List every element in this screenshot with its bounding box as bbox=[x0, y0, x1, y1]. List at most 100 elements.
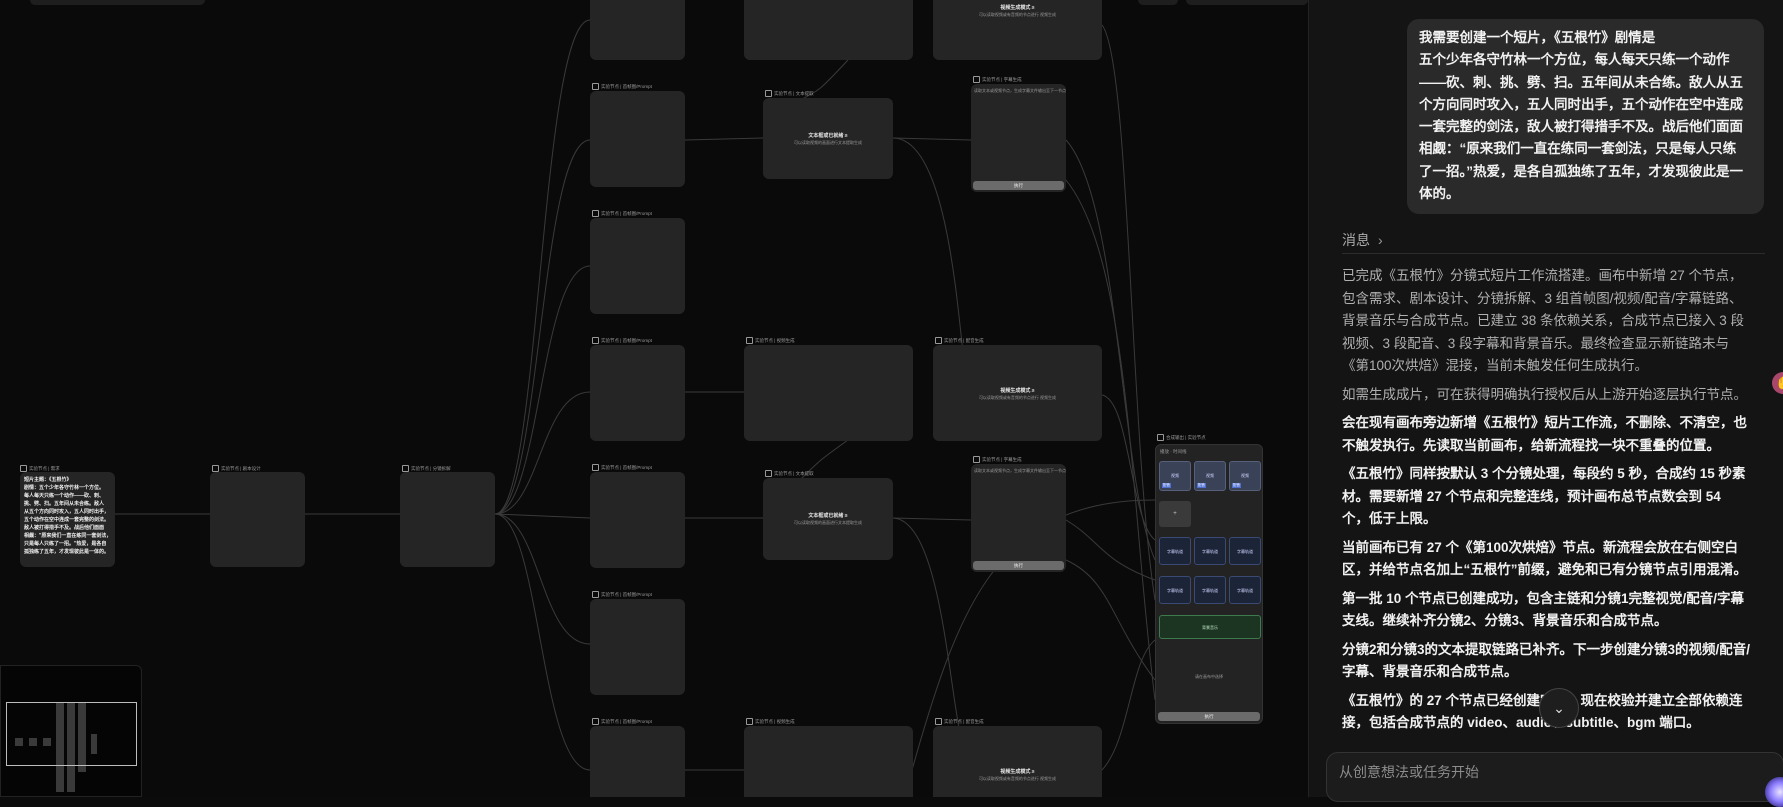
requirement-text-line: 每人每天只练一个动作——砍、刺、 bbox=[24, 493, 105, 499]
user-message-line: ——砍、刺、挑、劈、扫。五年间从未合练。敌人从五 bbox=[1419, 74, 1743, 90]
image-icon bbox=[592, 718, 599, 725]
node-header: 实验节点 | 首帧图/Prompt bbox=[592, 83, 652, 90]
audio-node[interactable]: 视频生成模式 ≥ 可以读取视频或有音频的节点进行 视频生成 bbox=[933, 726, 1102, 797]
requirement-text-line: 只是每人只练了一招。"热爱，是各自 bbox=[24, 541, 107, 547]
send-orb-icon[interactable] bbox=[1765, 777, 1783, 807]
node-title: 文本框或已就绪 ≥ bbox=[808, 513, 848, 519]
node-title: 文本框或已就绪 ≥ bbox=[808, 133, 848, 139]
composite-subtitle-clip[interactable]: 字幕轨道 bbox=[1229, 576, 1261, 604]
node-title: 视频生成模式 ≥ bbox=[1000, 5, 1035, 11]
composite-subtitle-clip[interactable]: 字幕轨道 bbox=[1159, 537, 1191, 565]
requirement-text: 短片主题：《五根竹》 剧情：五个少年各守竹林一个方位。 每人每天只练一个动作——砍、… bbox=[24, 476, 112, 556]
composite-run-button[interactable]: 执行 bbox=[1158, 712, 1260, 721]
assistant-paragraph-line: 分镜2和分镜3的文本提取链路已补齐。下一步创建分镜3的视频/配音/ bbox=[1342, 641, 1751, 657]
image-icon bbox=[592, 83, 599, 90]
chevron-down-icon: ⌄ bbox=[1553, 699, 1565, 716]
video-icon bbox=[746, 718, 753, 725]
assistant-paragraph-line: 区，并给节点名加上“五根竹”前缀，避免和已有分镜节点引用混淆。 bbox=[1342, 562, 1747, 577]
minimap[interactable] bbox=[0, 665, 142, 797]
subtitle-node[interactable]: 读取文本或视频节点，生成字幕文件输出至下一节点 执行 bbox=[971, 84, 1066, 192]
composite-video-clip[interactable]: 视频 配音 bbox=[1229, 461, 1261, 491]
node-header: 合成输出 | 实验节点 bbox=[1157, 434, 1206, 441]
composite-subtitle-clip[interactable]: 字幕轨道 bbox=[1229, 537, 1261, 565]
assistant-paragraph-line: 已完成《五根竹》分镜式短片工作流搭建。画布中新增 27 个节点， bbox=[1342, 268, 1743, 283]
composite-video-clip[interactable]: 视频 配音 bbox=[1159, 461, 1191, 491]
image-icon bbox=[592, 591, 599, 598]
script-design-node[interactable] bbox=[210, 472, 305, 567]
subtitle-node[interactable]: 读取文本或视频节点，生成字幕文件输出至下一节点 执行 bbox=[971, 464, 1066, 572]
frame-prompt-node[interactable] bbox=[590, 91, 685, 187]
prompt-input[interactable] bbox=[1337, 761, 1721, 783]
audio-node[interactable]: 视频生成模式 ≥ 可以读取视频或有音频的节点进行 视频生成 bbox=[933, 345, 1102, 441]
messages-header[interactable]: 消息 › bbox=[1342, 230, 1383, 250]
assistant-paragraph-line: 个，低于上限。 bbox=[1342, 511, 1437, 526]
node-header: 实验节点 | 视频生成 bbox=[746, 718, 795, 725]
frame-prompt-node[interactable] bbox=[590, 218, 685, 314]
frame-prompt-node[interactable] bbox=[590, 472, 685, 568]
assistant-paragraph-line: 背景音乐与合成节点。已建立 38 条依赖关系，合成节点已接入 3 段 bbox=[1342, 313, 1745, 328]
video-node[interactable] bbox=[744, 0, 913, 60]
assistant-paragraph: 《五根竹》同样按默认 3 个分镜处理，每段约 5 秒，合成约 15 秒素 材。需要… bbox=[1342, 463, 1772, 531]
video-icon bbox=[746, 337, 753, 344]
canvas-top-tab bbox=[1138, 0, 1178, 5]
node-header: 实验节点 | 首帧图/Prompt bbox=[592, 718, 652, 725]
video-node[interactable] bbox=[744, 345, 913, 441]
composite-icon bbox=[1157, 434, 1164, 441]
run-button[interactable]: 执行 bbox=[973, 181, 1064, 190]
audio-icon bbox=[935, 337, 942, 344]
text-extract-node[interactable]: 文本框或已就绪 ≥ 可以读取视频的画面进行文本提取生成 bbox=[763, 98, 893, 179]
note-icon bbox=[20, 465, 27, 472]
frame-prompt-node[interactable] bbox=[590, 0, 685, 60]
requirement-node[interactable]: 短片主题：《五根竹》 剧情：五个少年各守竹林一个方位。 每人每天只练一个动作——砍、… bbox=[20, 472, 115, 567]
minimap-viewport[interactable] bbox=[6, 702, 137, 766]
subtitle-icon bbox=[973, 456, 980, 463]
frame-prompt-node[interactable] bbox=[590, 345, 685, 441]
composite-subtitle-clip[interactable]: 字幕轨道 bbox=[1194, 537, 1226, 565]
node-subtitle: 可以读取视频或有音频的节点进行 视频生成 bbox=[978, 776, 1057, 781]
messages-label: 消息 bbox=[1342, 232, 1370, 248]
composite-node[interactable]: 播放 · 时间线 视频 配音 视频 配音 视频 配音 + 字幕轨道 字幕轨道 字幕轨道… bbox=[1155, 444, 1263, 724]
text-extract-node[interactable]: 文本框或已就绪 ≥ 可以读取视频的画面进行文本提取生成 bbox=[763, 478, 893, 560]
composite-subtitle-clip[interactable]: 字幕轨道 bbox=[1194, 576, 1226, 604]
node-subtitle: 可以读取视频或有音频的节点进行 视频生成 bbox=[978, 395, 1057, 400]
scroll-down-button[interactable]: ⌄ bbox=[1539, 688, 1579, 728]
video-node[interactable] bbox=[744, 726, 913, 797]
assistant-paragraph: 如需生成成片，可在获得明确执行授权后从上游开始逐层执行节点。 bbox=[1342, 384, 1772, 407]
prompt-input-box[interactable] bbox=[1326, 752, 1783, 807]
composite-empty-text: 请在画布中选择 bbox=[1195, 674, 1223, 679]
requirement-text-line: 五个动作在空中连成一套完整的剑法。 bbox=[24, 517, 110, 523]
run-button[interactable]: 执行 bbox=[973, 561, 1064, 570]
assistant-paragraph-line: 第一批 10 个节点已创建成功，包含主链和分镜1完整视觉/配音/字幕 bbox=[1342, 590, 1745, 606]
composite-video-clip[interactable]: 视频 配音 bbox=[1194, 461, 1226, 491]
assistant-paragraph-line: 视频、3 段配音、3 段字幕和背景音乐。最终检查显示新链路未与 bbox=[1342, 335, 1730, 351]
node-subtitle: 可以读取视频的画面进行文本提取生成 bbox=[794, 140, 862, 145]
frame-prompt-node[interactable] bbox=[590, 599, 685, 695]
storyboard-split-node[interactable] bbox=[400, 472, 495, 567]
requirement-text-line: 从五个方向同时攻入，五人同时出手， bbox=[24, 509, 110, 515]
assistant-paragraph: 第一批 10 个节点已创建成功，包含主链和分镜1完整视觉/配音/字幕 支线。继续补… bbox=[1342, 588, 1772, 633]
composite-tabs[interactable]: 播放 · 时间线 bbox=[1160, 449, 1187, 455]
node-header: 实验节点 | 文本提取 bbox=[765, 90, 814, 97]
assistant-paragraph-line: 字幕、背景音乐和合成节点。 bbox=[1342, 664, 1518, 679]
node-subtitle: 可以读取视频或有音频的节点进行 视频生成 bbox=[978, 12, 1057, 17]
audio-node[interactable]: 视频生成模式 ≥ 可以读取视频或有音频的节点进行 视频生成 bbox=[933, 0, 1102, 60]
composite-subtitle-clip[interactable]: 字幕轨道 bbox=[1159, 576, 1191, 604]
assistant-paragraph-line: 支线。继续补齐分镜2、分镜3、背景音乐和合成节点。 bbox=[1342, 613, 1668, 628]
canvas-top-tab bbox=[1186, 0, 1308, 5]
user-message-line: 个方向同时攻入，五人同时出手，五个动作在空中连成 bbox=[1419, 96, 1743, 112]
composite-add-button[interactable]: + bbox=[1159, 501, 1191, 527]
node-title: 视频生成模式 ≥ bbox=[1000, 769, 1035, 775]
composite-bgm-clip[interactable]: 背景音乐 bbox=[1159, 615, 1261, 639]
node-header: 实验节点 | 文本提取 bbox=[765, 470, 814, 477]
image-icon bbox=[592, 464, 599, 471]
image-icon bbox=[592, 210, 599, 217]
frame-prompt-node[interactable] bbox=[590, 726, 685, 797]
assistant-paragraph-line: 当前画布已有 27 个《第100次烘焙》节点。新流程会放在右侧空白 bbox=[1342, 539, 1739, 555]
user-message-line: 相觑：“原来我们一直在练同一套剑法，只是每人只练 bbox=[1419, 141, 1737, 157]
image-icon bbox=[592, 337, 599, 344]
workflow-canvas[interactable]: 实验节点 | 需求 短片主题：《五根竹》 剧情：五个少年各守竹林一个方位。 每人每天… bbox=[0, 0, 1308, 797]
assistant-paragraph-line: 会在现有画布旁边新增《五根竹》短片工作流，不删除、不清空，也 bbox=[1342, 415, 1747, 430]
requirement-text-line: 剧情：五个少年各守竹林一个方位。 bbox=[24, 485, 105, 491]
requirement-text-line: 敌人被打得措手不及。战后他们面面 bbox=[24, 525, 105, 531]
assistant-paragraph: 当前画布已有 27 个《第100次烘焙》节点。新流程会放在右侧空白 区，并给节点名… bbox=[1342, 537, 1772, 582]
